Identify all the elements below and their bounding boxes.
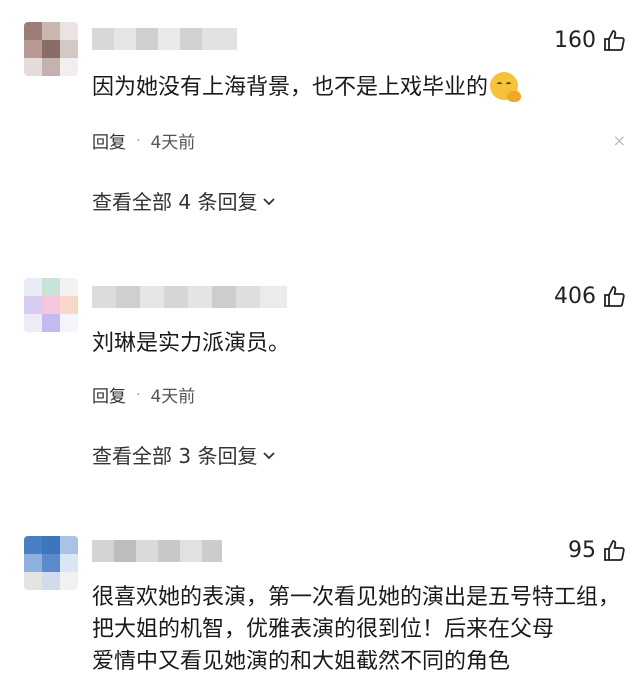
separator-dot: ·: [136, 132, 141, 149]
close-icon[interactable]: ×: [613, 131, 626, 150]
view-replies-button[interactable]: 查看全部 3 条回复: [92, 440, 277, 469]
reply-button[interactable]: 回复: [92, 128, 126, 153]
comment-text: 刘琳是实力派演员。: [92, 331, 291, 356]
timestamp: 4天前: [150, 387, 196, 407]
comment-meta: 回复 · 4天前: [92, 128, 196, 154]
reply-button[interactable]: 回复: [92, 382, 126, 407]
comment-text: 很喜欢她的表演，第一次看见她的演出是五号特工组，把大姐的机智，优雅表演的很到位！…: [92, 585, 621, 642]
separator-dot: ·: [136, 386, 141, 403]
like-button[interactable]: 406: [554, 284, 626, 309]
like-count: 95: [568, 538, 596, 563]
smirk-emoji: [490, 72, 522, 102]
avatar[interactable]: [24, 278, 78, 332]
username-blurred[interactable]: [92, 540, 222, 562]
avatar[interactable]: [24, 22, 78, 76]
thumbs-up-icon[interactable]: [602, 29, 626, 53]
avatar[interactable]: [24, 536, 78, 590]
view-replies-button[interactable]: 查看全部 4 条回复: [92, 186, 277, 215]
chevron-down-icon: [263, 451, 276, 459]
comment-meta: 回复 · 4天前: [92, 382, 196, 408]
like-count: 160: [554, 28, 596, 53]
chevron-down-icon: [263, 197, 276, 205]
comment-text-continued: 爱情中又看见她演的和大姐截然不同的角色: [92, 650, 511, 674]
thumbs-up-icon[interactable]: [602, 285, 626, 309]
like-count: 406: [554, 284, 596, 309]
like-button[interactable]: 160: [554, 28, 626, 53]
username-blurred[interactable]: [92, 286, 287, 308]
timestamp: 4天前: [150, 133, 196, 153]
username-blurred[interactable]: [92, 28, 237, 50]
thumbs-up-icon[interactable]: [602, 539, 626, 563]
comment-text: 因为她没有上海背景，也不是上戏毕业的: [92, 72, 622, 104]
like-button[interactable]: 95: [568, 538, 626, 563]
